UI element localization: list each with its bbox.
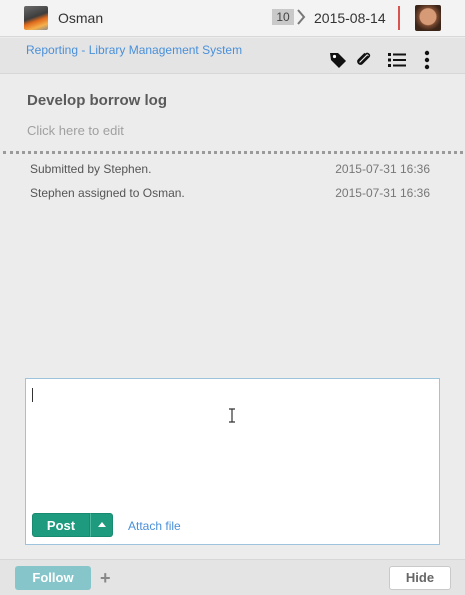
- task-toolbar: Reporting - Library Management System: [0, 38, 465, 74]
- sprint-number[interactable]: 10: [272, 9, 294, 25]
- activity-time: 2015-07-31 16:36: [335, 162, 430, 176]
- due-date[interactable]: 2015-08-14: [314, 10, 386, 26]
- attach-file-link[interactable]: Attach file: [128, 519, 181, 533]
- add-follower-button[interactable]: +: [100, 566, 111, 590]
- post-options-button[interactable]: [90, 513, 113, 537]
- text-caret: [32, 388, 33, 402]
- list-icon[interactable]: [387, 50, 407, 70]
- activity-text: Submitted by Stephen.: [30, 162, 152, 176]
- more-vertical-icon[interactable]: [417, 50, 437, 70]
- task-title[interactable]: Develop borrow log: [27, 92, 167, 109]
- paperclip-icon[interactable]: [354, 50, 374, 70]
- project-icon[interactable]: [24, 6, 48, 30]
- activity-item: Submitted by Stephen. 2015-07-31 16:36: [30, 162, 430, 176]
- chevron-right-icon: [297, 9, 306, 25]
- activity-text: Stephen assigned to Osman.: [30, 186, 185, 200]
- activity-item: Stephen assigned to Osman. 2015-07-31 16…: [30, 186, 430, 200]
- assignee-name[interactable]: Osman: [58, 10, 103, 26]
- activity-time: 2015-07-31 16:36: [335, 186, 430, 200]
- divider: [3, 151, 463, 154]
- ibeam-cursor-icon: [229, 408, 235, 423]
- description-edit-hint[interactable]: Click here to edit: [27, 123, 124, 138]
- top-bar: Osman 10 2015-08-14: [0, 0, 465, 37]
- footer-bar: Follow + Hide: [0, 559, 465, 595]
- avatar[interactable]: [415, 5, 441, 31]
- post-button[interactable]: Post: [32, 513, 90, 537]
- hide-button[interactable]: Hide: [389, 566, 451, 590]
- tag-icon[interactable]: [328, 50, 348, 70]
- comment-composer[interactable]: Post Attach file: [25, 378, 440, 545]
- header-divider: [398, 6, 400, 30]
- breadcrumb[interactable]: Reporting - Library Management System: [26, 43, 242, 57]
- follow-button[interactable]: Follow: [15, 566, 91, 590]
